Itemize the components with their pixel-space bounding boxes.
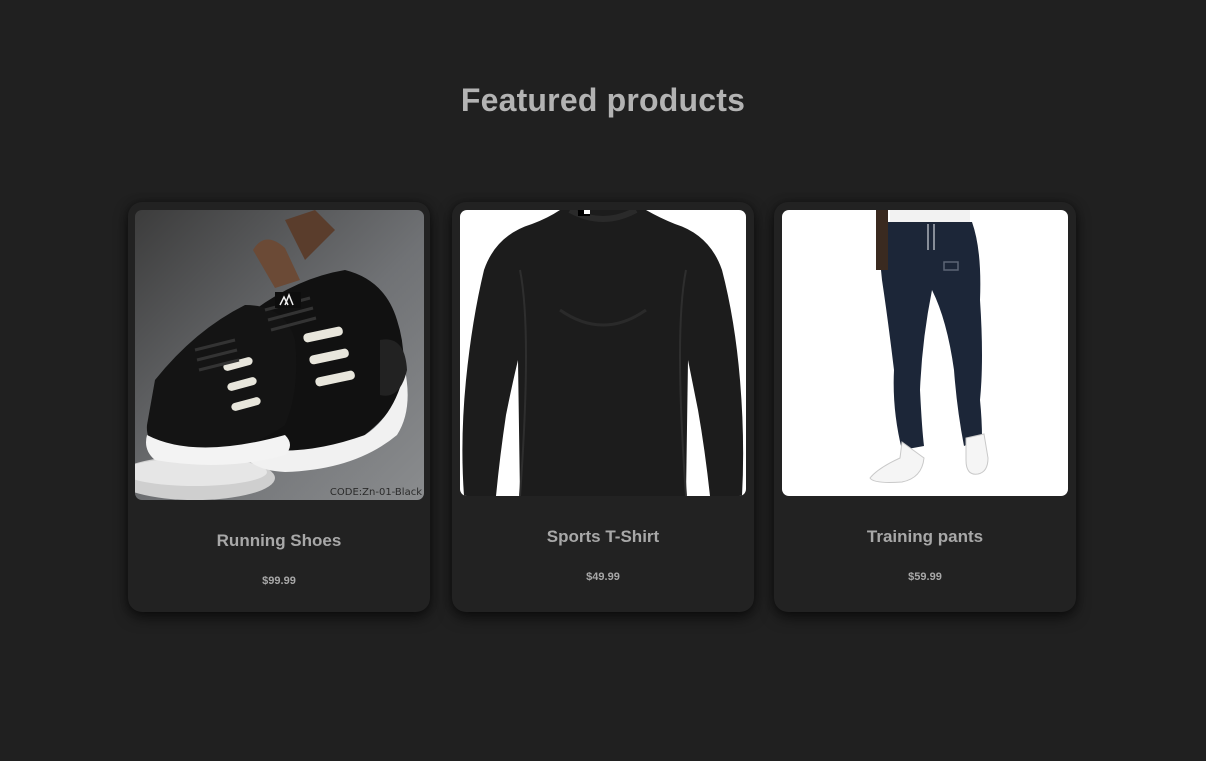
product-name[interactable]: Sports T-Shirt	[452, 527, 754, 547]
tshirt-illustration	[462, 210, 744, 496]
product-price: $59.99	[908, 571, 942, 583]
sports-tshirt-image[interactable]	[460, 210, 746, 496]
product-card-training-pants[interactable]: Training pants $59.99	[774, 202, 1076, 612]
training-pants-image[interactable]	[782, 210, 1068, 496]
product-name[interactable]: Training pants	[774, 527, 1076, 547]
shoe-illustration	[135, 210, 408, 500]
product-card-sports-tshirt[interactable]: Sports T-Shirt $49.99	[452, 202, 754, 612]
product-card-running-shoes[interactable]: CODE:Zn-01-Black Running Shoes $99.99	[128, 202, 430, 612]
product-name[interactable]: Running Shoes	[128, 531, 430, 551]
pants-illustration	[869, 210, 989, 483]
product-price: $49.99	[586, 571, 620, 583]
image-caption: CODE:Zn-01-Black	[329, 487, 422, 498]
running-shoes-image[interactable]: CODE:Zn-01-Black	[135, 210, 424, 500]
page: Featured products CODE:Zn-01-Black Runni…	[0, 0, 1206, 761]
product-price: $99.99	[262, 575, 296, 587]
section-title: Featured products	[460, 82, 746, 118]
